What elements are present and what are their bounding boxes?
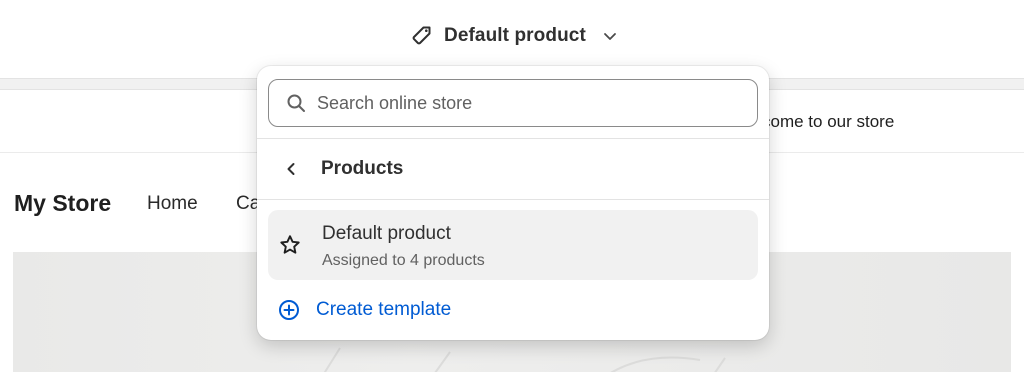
create-template-label: Create template (316, 299, 452, 320)
announcement-text: come to our store (762, 112, 895, 131)
template-picker-label: Default product (444, 25, 586, 46)
search-field[interactable] (268, 79, 758, 127)
search-icon (287, 94, 305, 112)
nav-link-catalog[interactable]: Ca (236, 193, 258, 215)
divider (257, 199, 769, 200)
star-icon (280, 235, 300, 254)
chevron-left-icon (287, 163, 295, 175)
nav-link-home[interactable]: Home (147, 193, 198, 215)
chevron-down-icon (603, 33, 616, 40)
back-to-products-button[interactable]: Products (257, 139, 769, 199)
template-option-name: Default product (322, 223, 451, 244)
store-name[interactable]: My Store (14, 190, 111, 217)
section-title: Products (321, 158, 404, 179)
template-picker-button[interactable]: Default product (404, 18, 626, 54)
plus-circle-icon (279, 300, 299, 320)
create-template-button[interactable]: Create template (268, 290, 758, 330)
template-dropdown: Products Default product Assigned to 4 p… (257, 66, 769, 340)
template-option-subtitle: Assigned to 4 products (322, 252, 485, 269)
template-option-default-product[interactable]: Default product Assigned to 4 products (268, 210, 758, 280)
hero-image-detail (323, 347, 726, 372)
tag-icon (412, 26, 431, 45)
search-input[interactable] (317, 92, 737, 114)
